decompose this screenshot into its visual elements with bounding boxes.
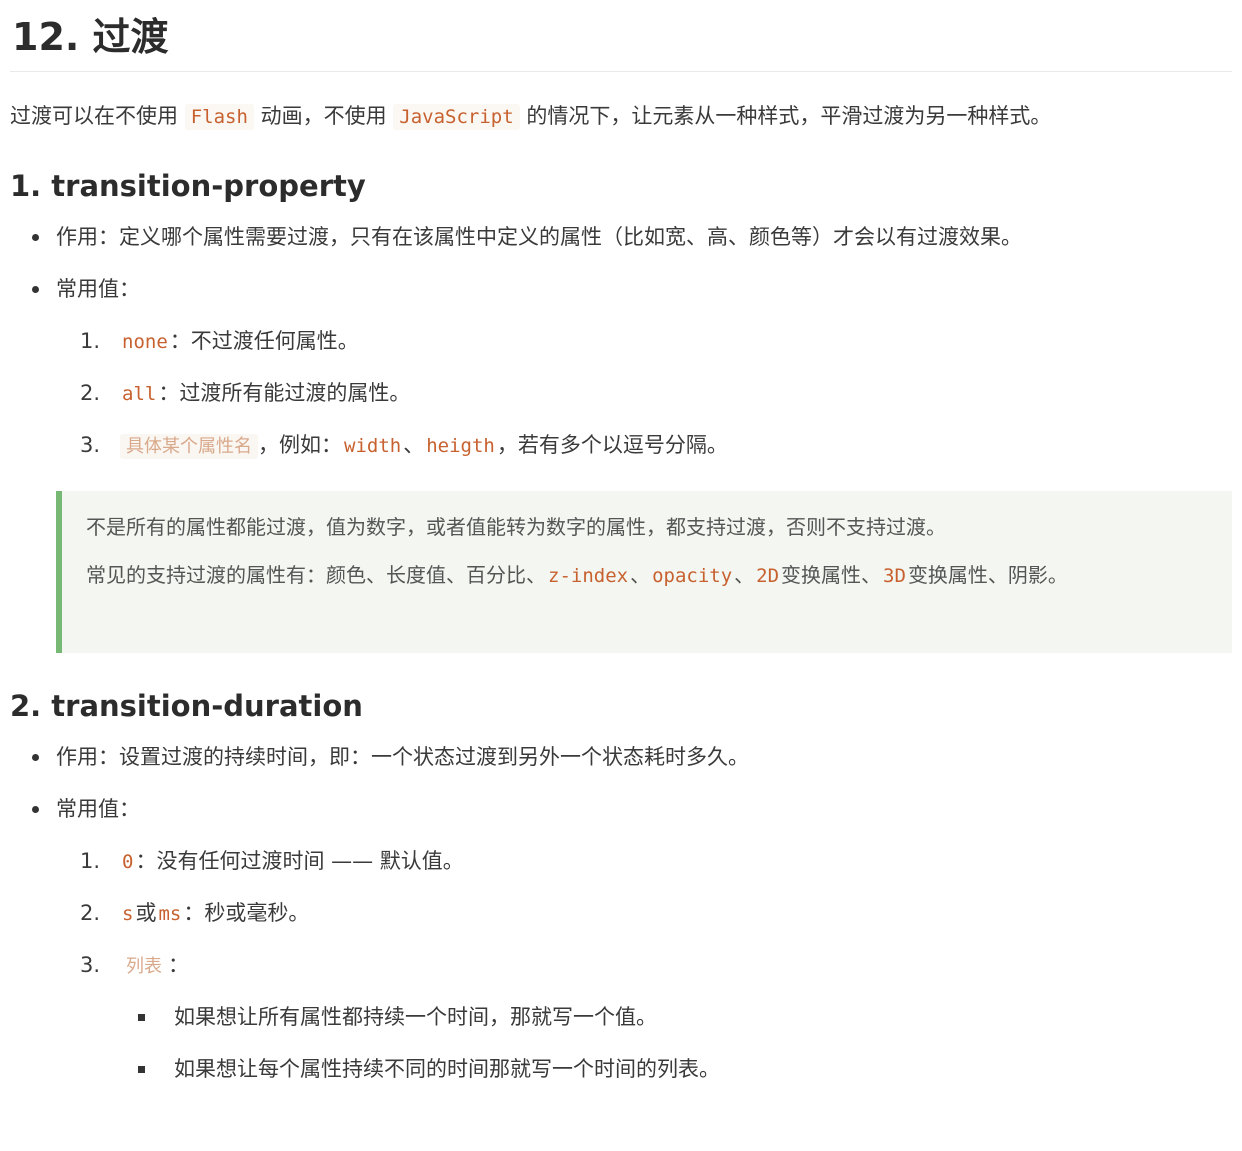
list-item-text: ：过渡所有能过渡的属性。 bbox=[158, 381, 411, 405]
note-line-1: 不是所有的属性都能过渡，值为数字，或者值能转为数字的属性，都支持过渡，否则不支持… bbox=[86, 515, 946, 539]
bullet-common-values: 常用值： bbox=[10, 793, 1232, 845]
intro-text-2: 动画，不使用 bbox=[253, 104, 394, 128]
bullet-purpose-text: 作用：定义哪个属性需要过渡，只有在该属性中定义的属性（比如宽、高、颜色等）才会以… bbox=[56, 225, 1022, 249]
note-text: 、 bbox=[630, 563, 651, 587]
section-heading-transition-duration: 2. transition-duration bbox=[10, 689, 363, 723]
list-number: 2. bbox=[80, 901, 101, 925]
code-property-name: 具体某个属性名 bbox=[120, 434, 258, 459]
bullet-common-values: 常用值： bbox=[10, 273, 1232, 325]
intro-paragraph: 过渡可以在不使用 Flash 动画，不使用 JavaScript 的情况下，让元… bbox=[10, 100, 1232, 133]
section1-bullets: 作用：定义哪个属性需要过渡，只有在该属性中定义的属性（比如宽、高、颜色等）才会以… bbox=[10, 221, 1232, 325]
intro-text-1: 过渡可以在不使用 bbox=[10, 104, 185, 128]
list-item: 2. all：过渡所有能过渡的属性。 bbox=[10, 377, 1232, 429]
note-text: 变换属性、阴影。 bbox=[907, 563, 1068, 587]
intro-text-3: 的情况下，让元素从一种样式，平滑过渡为另一种样式。 bbox=[519, 104, 1052, 128]
code-ms: ms bbox=[158, 903, 182, 925]
duration-list-notes: 如果想让所有属性都持续一个时间，那就写一个值。 如果想让每个属性持续不同的时间那… bbox=[10, 1001, 1232, 1093]
list-item-text: ：没有任何过渡时间 —— 默认值。 bbox=[135, 849, 464, 873]
list-item: 3. 具体某个属性名 ，例如： width、 heigth，若有多个以逗号分隔。 bbox=[10, 429, 1232, 461]
bullet-purpose: 作用：定义哪个属性需要过渡，只有在该属性中定义的属性（比如宽、高、颜色等）才会以… bbox=[10, 221, 1232, 273]
list-item-text: ：秒或毫秒。 bbox=[183, 901, 310, 925]
code-none: none bbox=[122, 331, 168, 353]
bullet-purpose-text: 作用：设置过渡的持续时间，即：一个状态过渡到另外一个状态耗时多久。 bbox=[56, 745, 749, 769]
list-item-text: ： bbox=[168, 953, 189, 977]
note-blockquote: 不是所有的属性都能过渡，值为数字，或者值能转为数字的属性，都支持过渡，否则不支持… bbox=[56, 491, 1232, 653]
bullet-common-values-text: 常用值： bbox=[56, 277, 140, 301]
list-item-text: ：不过渡任何属性。 bbox=[169, 329, 359, 353]
code-heigth: heigth bbox=[426, 435, 495, 457]
section-heading-transition-property: 1. transition-property bbox=[10, 169, 366, 203]
note-line-2: 常见的支持过渡的属性有：颜色、长度值、百分比、 z-index、 opacity、 2… bbox=[86, 555, 1212, 596]
article: 12. 过渡 过渡可以在不使用 Flash 动画，不使用 JavaScript … bbox=[0, 0, 1242, 1151]
code-2d: 2D bbox=[756, 565, 780, 587]
list-number: 1. bbox=[80, 329, 101, 353]
list-item-text: 如果想让所有属性都持续一个时间，那就写一个值。 bbox=[174, 1005, 657, 1029]
section2-bullets: 作用：设置过渡的持续时间，即：一个状态过渡到另外一个状态耗时多久。 常用值： bbox=[10, 741, 1232, 845]
list-item: 如果想让所有属性都持续一个时间，那就写一个值。 bbox=[10, 1001, 1232, 1053]
list-item-text: 、 bbox=[403, 433, 425, 457]
section1-value-list: 1. none：不过渡任何属性。 2. all：过渡所有能过渡的属性。 3. 具体某个… bbox=[10, 325, 1232, 461]
list-item: 1. 0：没有任何过渡时间 —— 默认值。 bbox=[10, 845, 1232, 897]
note-text: 常见的支持过渡的属性有：颜色、长度值、百分比、 bbox=[86, 563, 546, 587]
code-list: 列表 bbox=[126, 956, 162, 977]
list-item: 3. 列表 ： bbox=[10, 949, 1232, 1001]
note-text: 变换属性、 bbox=[781, 563, 882, 587]
list-item: 1. none：不过渡任何属性。 bbox=[10, 325, 1232, 377]
list-item-text: 或 bbox=[135, 901, 157, 925]
code-s: s bbox=[122, 903, 134, 925]
section2-value-list: 1. 0：没有任何过渡时间 —— 默认值。 2. s或 ms：秒或毫秒。 3. 列表 ： bbox=[10, 845, 1232, 1001]
code-opacity: opacity bbox=[652, 565, 733, 587]
list-item-text: ，例如： bbox=[258, 433, 342, 457]
list-number: 3. bbox=[80, 433, 101, 457]
code-flash: Flash bbox=[184, 104, 254, 130]
code-javascript: JavaScript bbox=[393, 104, 520, 130]
list-number: 3. bbox=[80, 953, 101, 977]
code-zero: 0 bbox=[122, 851, 134, 873]
list-item-text: 如果想让每个属性持续不同的时间那就写一个时间的列表。 bbox=[174, 1057, 720, 1081]
code-z-index: z-index bbox=[548, 565, 629, 587]
list-number: 1. bbox=[80, 849, 101, 873]
list-item: 2. s或 ms：秒或毫秒。 bbox=[10, 897, 1232, 949]
list-number: 2. bbox=[80, 381, 101, 405]
code-all: all bbox=[122, 383, 157, 405]
list-item: 如果想让每个属性持续不同的时间那就写一个时间的列表。 bbox=[10, 1053, 1232, 1093]
bullet-purpose: 作用：设置过渡的持续时间，即：一个状态过渡到另外一个状态耗时多久。 bbox=[10, 741, 1232, 793]
code-3d: 3D bbox=[883, 565, 906, 587]
page-title: 12. 过渡 bbox=[10, 0, 1232, 72]
list-item-text: ，若有多个以逗号分隔。 bbox=[496, 433, 728, 457]
bullet-common-values-text: 常用值： bbox=[56, 797, 140, 821]
code-width: width bbox=[344, 435, 402, 457]
note-text: 、 bbox=[734, 563, 755, 587]
